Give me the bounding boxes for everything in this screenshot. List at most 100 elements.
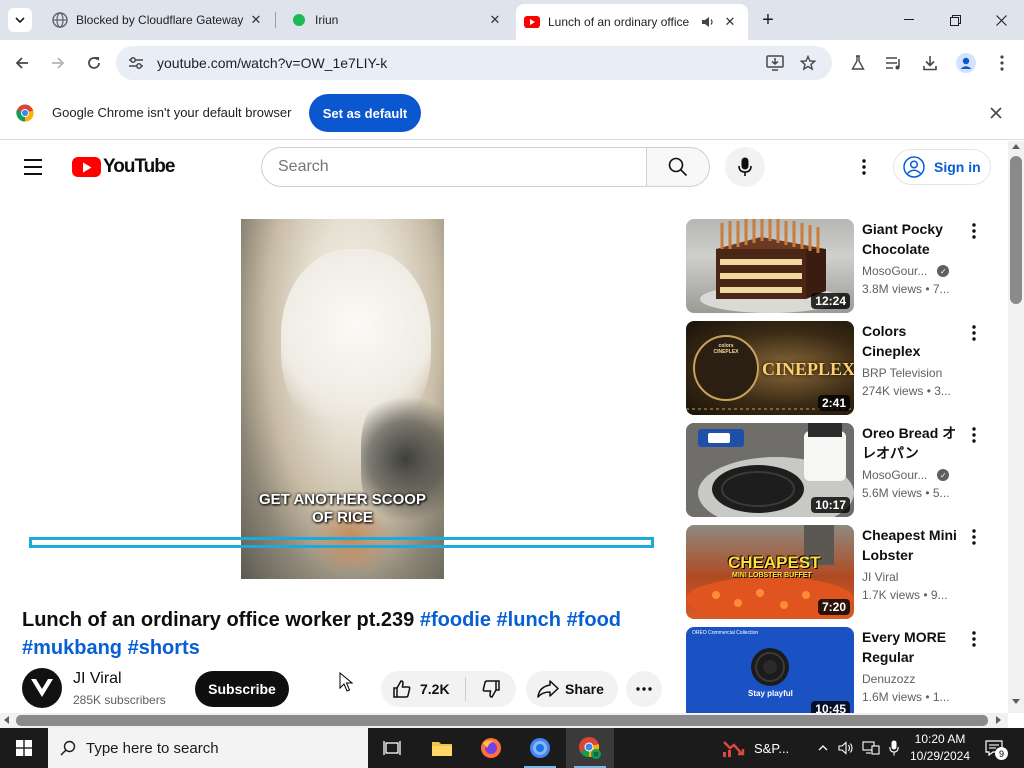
default-browser-infobar: Google Chrome isn't your default browser… — [0, 86, 1024, 140]
sign-in-button[interactable]: Sign in — [893, 149, 991, 185]
scroll-left-icon[interactable] — [4, 716, 9, 724]
mouse-cursor-icon — [339, 672, 353, 692]
video-progress-highlight[interactable] — [29, 537, 654, 548]
scrollbar-thumb[interactable] — [16, 715, 988, 726]
tab-search-button[interactable] — [8, 8, 32, 32]
recommended-title[interactable]: Colors Cineplex Channel Ident... — [862, 321, 966, 361]
recommended-title[interactable]: Giant Pocky Chocolate Cake — [862, 219, 966, 259]
recommended-channel[interactable]: MosoGour... ✓ — [862, 468, 950, 482]
back-arrow-icon — [15, 57, 28, 69]
action-menu-icon[interactable] — [964, 627, 984, 651]
forward-button[interactable] — [44, 49, 72, 77]
tab-cloudflare[interactable]: Blocked by Cloudflare Gateway ✕ — [36, 0, 274, 40]
share-button[interactable]: Share — [526, 671, 618, 707]
scroll-right-icon[interactable] — [996, 716, 1001, 724]
settings-more-icon[interactable] — [852, 155, 876, 179]
like-button[interactable]: 7.2K — [381, 671, 465, 707]
dislike-button[interactable] — [466, 671, 516, 707]
recommended-channel[interactable]: BRP Television — [862, 366, 942, 380]
video-thumbnail[interactable]: 10:17 — [686, 423, 854, 517]
media-queue-icon[interactable] — [882, 51, 906, 75]
recommended-channel[interactable]: JI Viral — [862, 570, 898, 584]
video-player[interactable]: GET ANOTHER SCOOP OF RICE — [241, 219, 444, 579]
recommended-title[interactable]: Every MORE Regular OREO... — [862, 627, 966, 667]
microphone-tray-icon[interactable] — [884, 728, 904, 768]
tab-iriun[interactable]: Iriun ✕ — [275, 0, 513, 40]
close-infobar-icon[interactable] — [990, 106, 1004, 120]
recommended-video[interactable]: 12:24 Giant Pocky Chocolate Cake MosoGou… — [686, 219, 991, 314]
hashtag-link[interactable]: #lunch — [497, 609, 561, 631]
search-button[interactable] — [646, 147, 710, 187]
tab-youtube-active[interactable]: Lunch of an ordinary office ✕ — [516, 4, 748, 40]
scroll-down-icon[interactable] — [1012, 699, 1020, 704]
address-bar[interactable]: youtube.com/watch?v=OW_1e7LIY-k — [116, 46, 832, 80]
video-thumbnail[interactable]: OREO Commercial Collection Stay playful … — [686, 627, 854, 713]
clock-date: 10/29/2024 — [909, 749, 971, 763]
video-title-text: Lunch of an ordinary office worker pt.23… — [22, 609, 420, 631]
recommended-video[interactable]: colors CINEPLEX CINEPLEX 2:41 Colors Cin… — [686, 321, 991, 416]
action-menu-icon[interactable] — [964, 219, 984, 243]
youtube-logo[interactable]: YouTube — [72, 156, 175, 178]
action-menu-icon[interactable] — [964, 423, 984, 447]
search-input[interactable]: Search — [261, 147, 647, 187]
video-thumbnail[interactable]: colors CINEPLEX CINEPLEX 2:41 — [686, 321, 854, 415]
recommended-title[interactable]: Oreo Bread オレオパン — [862, 423, 966, 463]
voice-search-button[interactable] — [725, 147, 765, 187]
channel-avatar[interactable] — [22, 668, 62, 708]
folder-icon — [432, 742, 452, 756]
profile-avatar-icon[interactable] — [954, 51, 978, 75]
horizontal-scrollbar[interactable] — [0, 713, 1008, 728]
notification-center-button[interactable]: 9 — [982, 736, 1008, 760]
news-widget[interactable]: S&P... — [722, 728, 789, 768]
video-thumbnail[interactable]: 12:24 — [686, 219, 854, 313]
action-menu-icon[interactable] — [964, 525, 984, 549]
recommended-video[interactable]: 10:17 Oreo Bread オレオパン MosoGour... ✓ 5.6M… — [686, 423, 991, 518]
task-view-button[interactable] — [368, 728, 416, 768]
action-menu-icon[interactable] — [964, 321, 984, 345]
install-app-icon[interactable] — [763, 51, 787, 75]
firefox-button[interactable] — [467, 728, 515, 768]
hashtag-link[interactable]: #foodie — [420, 609, 491, 631]
close-tab-icon[interactable]: ✕ — [246, 10, 266, 30]
scroll-up-icon[interactable] — [1012, 144, 1020, 149]
reload-button[interactable] — [80, 49, 108, 77]
channel-name[interactable]: JI Viral — [73, 670, 122, 688]
hashtag-link[interactable]: #shorts — [128, 637, 200, 659]
close-window-button[interactable] — [978, 0, 1024, 40]
set-as-default-button[interactable]: Set as default — [309, 94, 421, 132]
taskbar-clock[interactable]: 10:20 AM 10/29/2024 — [904, 731, 976, 765]
start-button[interactable] — [0, 728, 48, 768]
minimize-button[interactable] — [886, 0, 932, 40]
recommended-video[interactable]: CHEAPEST MINI LOBSTER BUFFET 7:20 Cheape… — [686, 525, 991, 620]
show-hidden-icons-chevron-icon[interactable] — [814, 728, 832, 768]
download-icon[interactable] — [918, 51, 942, 75]
back-button[interactable] — [8, 49, 36, 77]
vertical-scrollbar[interactable] — [1008, 141, 1024, 713]
hashtag-link[interactable]: #food — [567, 609, 621, 631]
chrome-menu-icon[interactable] — [990, 51, 1014, 75]
bookmark-star-icon[interactable] — [796, 51, 820, 75]
hashtag-link[interactable]: #mukbang — [22, 637, 122, 659]
video-thumbnail[interactable]: CHEAPEST MINI LOBSTER BUFFET 7:20 — [686, 525, 854, 619]
more-actions-button[interactable] — [626, 671, 662, 707]
restore-button[interactable] — [932, 0, 978, 40]
recommended-channel[interactable]: MosoGour... ✓ — [862, 264, 950, 278]
recommended-title[interactable]: Cheapest Mini Lobster Buffet... — [862, 525, 966, 565]
network-icon[interactable] — [860, 728, 882, 768]
close-tab-icon[interactable]: ✕ — [485, 10, 505, 30]
scrollbar-thumb[interactable] — [1010, 156, 1022, 304]
chrome-taskbar-button[interactable] — [516, 728, 564, 768]
subscribe-button[interactable]: Subscribe — [195, 671, 289, 707]
recommended-video[interactable]: OREO Commercial Collection Stay playful … — [686, 627, 991, 713]
file-explorer-button[interactable] — [418, 728, 466, 768]
guide-menu-button[interactable] — [24, 155, 48, 179]
speaker-icon[interactable] — [698, 12, 718, 32]
recommended-channel[interactable]: Denuzozz — [862, 672, 915, 686]
close-tab-icon[interactable]: ✕ — [720, 12, 740, 32]
volume-icon[interactable] — [836, 728, 856, 768]
labs-flask-icon[interactable] — [846, 51, 870, 75]
chrome-profile-taskbar-button[interactable] — [566, 728, 614, 768]
taskbar-search[interactable]: Type here to search — [48, 728, 368, 768]
new-tab-button[interactable]: + — [756, 8, 780, 32]
site-info-icon[interactable] — [124, 51, 148, 75]
